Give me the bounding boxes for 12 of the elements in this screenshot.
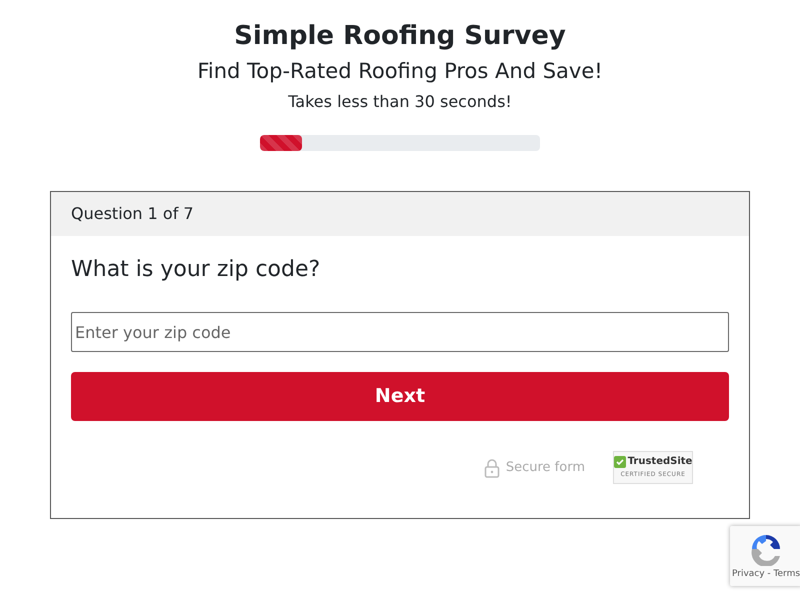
tagline: Takes less than 30 seconds!	[288, 91, 512, 113]
privacy-terms-links[interactable]: Privacy - Terms	[732, 568, 800, 582]
question-text: What is your zip code?	[71, 256, 322, 284]
page-subtitle: Find Top-Rated Roofing Pros And Save!	[197, 58, 603, 85]
padlock-icon	[484, 458, 500, 478]
secure-form-label: Secure form	[506, 458, 585, 477]
page-title: Simple Roofing Survey	[234, 20, 566, 53]
zip-code-field[interactable]: Enter your zip code	[71, 312, 729, 352]
seal-title: TrustedSite	[628, 456, 692, 468]
next-button[interactable]: Next	[71, 372, 729, 421]
recaptcha-logo-icon	[749, 532, 783, 566]
question-counter: Question 1 of 7	[71, 203, 194, 225]
